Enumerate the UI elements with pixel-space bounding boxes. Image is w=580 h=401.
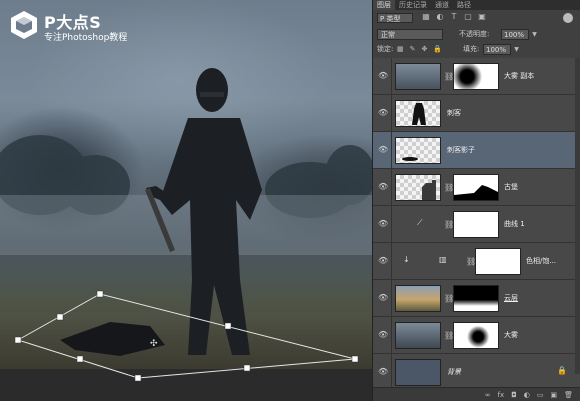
layer-row-hue-saturation[interactable]: 👁 ↓ ▥ ⛓ 色相/饱... [373,243,580,280]
layer-thumbnail[interactable] [395,63,441,90]
layers-scrollbar[interactable] [575,58,580,374]
layer-name: 曲线 1 [504,220,525,228]
curves-adjustment-icon[interactable]: ⟋ [417,218,423,228]
layer-name: 云层 [504,294,518,302]
layer-mask-thumbnail[interactable] [475,248,521,275]
photo-scene: ✣ [0,68,372,382]
lock-position-icon[interactable]: ✥ [422,44,428,55]
layer-thumbnail[interactable] [395,322,441,349]
tab-history[interactable]: 历史记录 [395,0,431,10]
smart-object-filter-icon[interactable]: ▣ [477,12,487,22]
layer-mask-thumbnail[interactable] [453,322,499,349]
visibility-eye-icon[interactable]: 👁 [378,182,388,192]
tab-channels[interactable]: 通道 [431,0,453,10]
fx-icon[interactable]: fx [498,391,505,399]
mask-icon[interactable]: ◘ [511,391,517,399]
pivot-point-icon: ✣ [150,339,158,349]
panel-tabs: 图层 历史记录 通道 路径 [373,0,580,10]
castle-thumb-icon [422,180,436,200]
layer-row-background[interactable]: 👁 背景 🔒 [373,354,580,391]
lock-pixels-icon[interactable]: ✎ [410,44,416,55]
layer-name: 大雾 副本 [504,72,535,80]
document-canvas[interactable]: ✣ P大点S 专注Photoshop教程 [0,0,372,401]
opacity-label: 不透明度: [459,30,490,38]
visibility-eye-icon[interactable]: 👁 [378,108,388,118]
lock-transparent-icon[interactable]: ▦ [397,44,404,55]
layer-row-assassin[interactable]: 👁 刺客 [373,95,580,132]
visibility-eye-icon[interactable]: 👁 [378,367,388,377]
fog-band [0,195,372,255]
layer-mask-thumbnail[interactable] [453,285,499,312]
shadow-thumb-icon [402,157,418,161]
layer-mask-thumbnail[interactable] [453,174,499,201]
fill-label: 填充: [463,45,480,53]
lock-row: 锁定: ▦ ✎ ✥ 🔒 填充: 100% ▼ [373,42,580,56]
lock-all-icon[interactable]: 🔒 [433,44,442,55]
layer-thumbnail[interactable] [395,174,441,201]
group-icon[interactable]: ▭ [537,391,544,399]
layer-name: 刺客影子 [447,146,475,154]
tab-paths[interactable]: 路径 [453,0,475,10]
lock-icons: ▦ ✎ ✥ 🔒 [397,44,442,55]
layer-name: 古堡 [504,183,518,191]
layer-row-clouds[interactable]: 👁 ⛓ 云层 [373,280,580,317]
layer-row-fog[interactable]: 👁 ⛓ 大雾 [373,317,580,354]
visibility-eye-icon[interactable]: 👁 [378,256,388,266]
layer-name: 色相/饱... [526,257,557,265]
fill-dropdown-icon[interactable]: ▼ [512,44,521,55]
filter-toggle-button[interactable] [563,13,573,23]
layer-lock-icon: 🔒 [557,366,567,375]
blend-row: 正常 不透明度: 100% ▼ [373,27,580,41]
opacity-dropdown-icon[interactable]: ▼ [530,29,539,40]
blend-mode-select[interactable]: 正常 [377,29,443,40]
layer-mask-thumbnail[interactable] [453,63,499,90]
visibility-eye-icon[interactable]: 👁 [378,145,388,155]
visibility-eye-icon[interactable]: 👁 [378,330,388,340]
layer-name: 刺客 [447,109,461,117]
layer-row-assassin-shadow[interactable]: 👁 刺客影子 [373,132,580,169]
layer-thumbnail[interactable] [395,285,441,312]
cube-logo-icon [11,11,37,39]
fill-field[interactable]: 100% [483,44,511,55]
adjustment-filter-icon[interactable]: ◐ [435,12,445,22]
type-filter-icon[interactable]: T [449,12,459,22]
trash-icon[interactable]: 🗑 [564,391,573,399]
mask-eyes [200,92,224,97]
link-icon[interactable]: ∞ [485,391,491,399]
filter-row: P 类型 ▦ ◐ T ▢ ▣ [373,11,580,25]
visibility-eye-icon[interactable]: 👁 [378,71,388,81]
layer-row-castle[interactable]: 👁 ⛓ 古堡 [373,169,580,206]
opacity-field[interactable]: 100% [501,29,529,40]
layer-name: 背景 [447,368,461,376]
visibility-eye-icon[interactable]: 👁 [378,293,388,303]
transform-bounding-box [16,293,356,379]
layer-mask-thumbnail[interactable] [453,211,499,238]
lock-label: 锁定: [377,45,394,53]
layers-bottom-bar: ∞ fx ◘ ◐ ▭ ▣ 🗑 [373,387,580,401]
filter-icons: ▦ ◐ T ▢ ▣ [421,12,487,22]
assassin-thumb-icon [412,103,426,125]
transform-handles [14,290,359,382]
tab-layers[interactable]: 图层 [373,0,395,10]
image-filter-icon[interactable]: ▦ [421,12,431,22]
new-layer-icon[interactable]: ▣ [550,391,557,399]
shape-filter-icon[interactable]: ▢ [463,12,473,22]
watermark-logo: P大点S 专注Photoshop教程 [8,6,128,44]
castle-mask-icon [454,185,498,200]
layer-thumbnail[interactable] [395,100,441,127]
layer-row-curves[interactable]: 👁 ⟋ ⛓ 曲线 1 [373,206,580,243]
visibility-eye-icon[interactable]: 👁 [378,219,388,229]
clip-arrow-icon: ↓ [403,255,410,264]
kind-filter-select[interactable]: P 类型 [377,13,413,23]
hue-saturation-adjustment-icon[interactable]: ▥ [439,255,447,264]
adjustment-icon[interactable]: ◐ [524,391,530,399]
layers-panel: 图层 历史记录 通道 路径 P 类型 ▦ ◐ T ▢ ▣ 正常 不透明度: 10… [372,0,580,401]
layer-row-fog-copy[interactable]: 👁 ⛓ 大雾 副本 [373,58,580,95]
layer-list: 👁 ⛓ 大雾 副本 👁 刺客 👁 刺客影子 👁 ⛓ 古堡 👁 ⟋ ⛓ 曲线 1 … [373,58,580,391]
layer-name: 大雾 [504,331,518,339]
layer-thumbnail[interactable] [395,359,441,386]
logo-tagline: 专注Photoshop教程 [44,33,128,43]
layer-thumbnail[interactable] [395,137,441,164]
